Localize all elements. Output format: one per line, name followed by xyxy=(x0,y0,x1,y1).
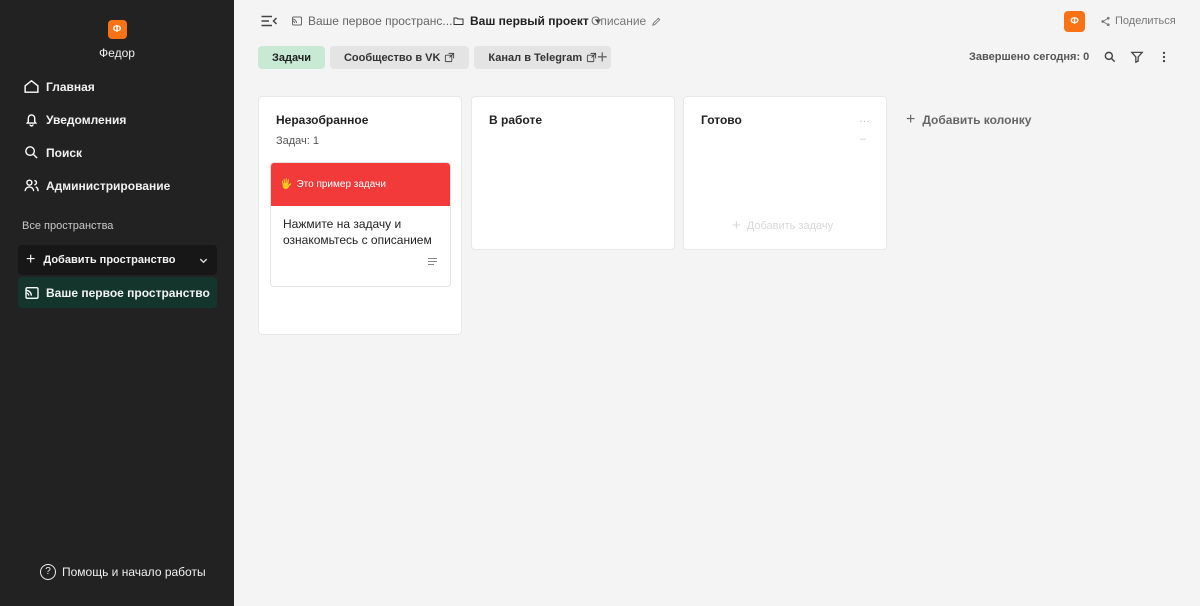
bell-icon xyxy=(25,114,38,127)
main-nav: Главная Уведомления Поиск Администрирова… xyxy=(18,70,218,202)
nav-item-home[interactable]: Главная xyxy=(18,70,218,103)
plus-icon: + xyxy=(732,217,741,234)
collapse-sidebar-icon[interactable] xyxy=(260,14,278,28)
external-link-icon xyxy=(587,52,597,63)
tab-telegram-channel[interactable]: Канал в Telegram xyxy=(474,46,612,69)
tab-label: Канал в Telegram xyxy=(488,51,583,64)
nav-label: Поиск xyxy=(46,145,83,160)
board-column-in-progress: В работе xyxy=(471,96,675,250)
share-icon xyxy=(1101,16,1110,26)
add-column-label: Добавить колонку xyxy=(922,113,1032,127)
chevron-down-icon[interactable] xyxy=(198,255,209,266)
top-bar: Ваше первое пространс... Ваш первый прое… xyxy=(234,0,1200,42)
users-icon xyxy=(24,179,39,192)
description-link[interactable]: Описание xyxy=(591,14,662,28)
filter-icon[interactable] xyxy=(1130,50,1144,64)
user-name: Федор xyxy=(99,46,135,60)
user-block[interactable]: Ф Федор xyxy=(0,20,234,60)
breadcrumb-space-label: Ваше первое пространс... xyxy=(308,14,453,28)
add-space-label: Добавить пространство xyxy=(43,254,176,266)
tab-vk-community[interactable]: Сообщество в VK xyxy=(329,46,470,69)
more-vertical-icon[interactable] xyxy=(1157,50,1171,64)
nav-label: Уведомления xyxy=(46,112,127,127)
column-collapse-icon[interactable]: – xyxy=(860,133,866,145)
spaces-section-title: Все пространства xyxy=(22,220,114,232)
plus-icon: + xyxy=(906,111,916,128)
column-menu-icon[interactable]: … xyxy=(859,113,870,125)
nav-item-administration[interactable]: Администрирование xyxy=(18,169,218,202)
space-icon xyxy=(25,286,39,299)
column-task-count: Задач: 1 xyxy=(276,135,320,147)
nav-label: Главная xyxy=(46,79,95,94)
header-user-avatar[interactable]: Ф xyxy=(1064,11,1085,32)
breadcrumb-project[interactable]: Ваш первый проект xyxy=(452,14,602,28)
space-icon xyxy=(292,16,302,26)
task-card[interactable]: 🖐 Это пример задачи Нажмите на задачу и … xyxy=(270,162,451,287)
plus-icon: + xyxy=(26,251,36,268)
space-label: Ваше первое пространство xyxy=(46,285,210,300)
task-tag: 🖐 Это пример задачи xyxy=(271,163,450,206)
nav-label: Администрирование xyxy=(46,178,171,193)
search-icon xyxy=(25,146,38,159)
board-column-done: Готово … – + Добавить задачу xyxy=(683,96,887,250)
add-task-label: Добавить задачу xyxy=(746,219,834,232)
hand-emoji-icon: 🖐 xyxy=(280,179,293,190)
done-today-counter: Завершено сегодня: 0 xyxy=(969,51,1090,63)
help-icon: ? xyxy=(40,564,56,580)
home-icon xyxy=(24,79,39,93)
description-label: Описание xyxy=(591,14,647,28)
column-title: Готово xyxy=(701,113,742,127)
add-task-button[interactable]: + Добавить задачу xyxy=(732,217,833,234)
task-title: Нажмите на задачу и ознакомьтесь с описа… xyxy=(283,217,432,247)
search-icon[interactable] xyxy=(1103,50,1117,64)
external-link-icon xyxy=(445,52,455,63)
add-space-button[interactable]: + Добавить пространство xyxy=(18,245,217,275)
nav-item-search[interactable]: Поиск xyxy=(18,136,218,169)
help-label: Помощь и начало работы xyxy=(62,565,206,579)
sidebar: Ф Федор Главная Уведомления Поиск Админи… xyxy=(0,0,234,606)
breadcrumb-project-label: Ваш первый проект xyxy=(470,14,589,28)
board-column-unsorted: Неразобранное Задач: 1 🖐 Это пример зада… xyxy=(258,96,462,335)
help-link[interactable]: ? Помощь и начало работы xyxy=(40,564,206,580)
task-tag-label: Это пример задачи xyxy=(296,179,386,190)
folder-icon xyxy=(453,17,464,25)
share-button[interactable]: Поделиться xyxy=(1100,15,1176,27)
tab-label: Задачи xyxy=(272,51,311,64)
tab-label: Сообщество в VK xyxy=(343,51,441,64)
user-avatar[interactable]: Ф xyxy=(107,20,127,39)
description-lines-icon xyxy=(428,258,437,267)
breadcrumb-space[interactable]: Ваше первое пространс... xyxy=(291,14,452,28)
nav-item-notifications[interactable]: Уведомления xyxy=(18,103,218,136)
add-tab-button[interactable]: + xyxy=(597,47,608,68)
column-title: Неразобранное xyxy=(276,113,369,127)
pencil-icon xyxy=(652,17,661,26)
add-column-button[interactable]: + Добавить колонку xyxy=(906,111,1031,129)
column-title: В работе xyxy=(489,113,542,127)
share-label: Поделиться xyxy=(1115,15,1176,27)
sidebar-item-first-space[interactable]: Ваше первое пространство xyxy=(18,277,217,308)
tab-tasks[interactable]: Задачи xyxy=(258,46,325,69)
view-tabs: Задачи Сообщество в VK Канал в Telegram xyxy=(258,46,612,69)
